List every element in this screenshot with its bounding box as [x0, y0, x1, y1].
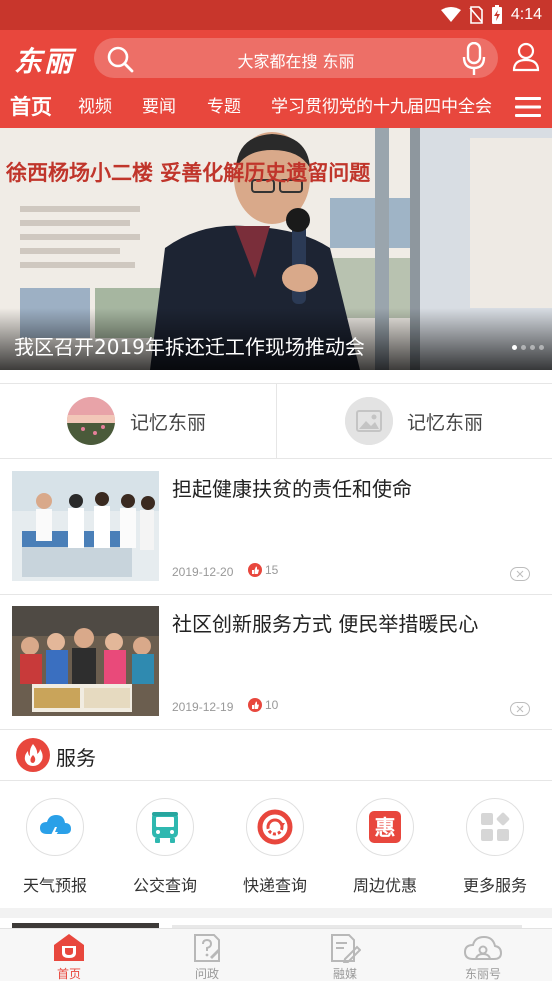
headline-banner[interactable]: 徐西杨场小二楼 妥善化解历史遗留问题 我区召开2019年拆还迁工作现场推动会	[0, 128, 552, 370]
tab-home[interactable]: 首页	[10, 86, 52, 128]
flame-icon	[16, 738, 50, 772]
carousel-dots	[512, 345, 544, 350]
service-bus[interactable]: 公交查询	[110, 798, 220, 896]
svg-text:惠: 惠	[375, 816, 396, 840]
service-discount[interactable]: 惠 周边优惠	[330, 798, 440, 896]
nav-inquiry[interactable]: 问政	[138, 929, 276, 981]
tab-study[interactable]: 学习贯彻党的十九届四中全会	[271, 86, 492, 128]
service-express[interactable]: 快递查询	[220, 798, 330, 896]
tab-news[interactable]: 要闻	[142, 86, 176, 128]
carousel-dot[interactable]	[530, 345, 535, 350]
app-header: 东丽 大家都在搜 东丽	[0, 30, 552, 86]
service-label: 公交查询	[132, 876, 197, 895]
tab-video[interactable]: 视频	[78, 86, 112, 128]
express-icon	[257, 809, 293, 845]
entry-label: 记忆东丽	[407, 412, 484, 434]
news-date: 2019-12-19	[172, 700, 234, 714]
home-icon	[54, 934, 84, 961]
news-thumbnail	[12, 471, 159, 581]
carousel-dot[interactable]	[512, 345, 517, 350]
wifi-icon	[440, 7, 461, 22]
media-icon	[331, 934, 361, 963]
svg-text:徐西杨场小二楼 妥善化解历史遗留问题: 徐西杨场小二楼 妥善化解历史遗留问题	[5, 161, 371, 185]
bus-icon	[152, 812, 178, 843]
service-label: 天气预报	[22, 876, 87, 895]
thumbs-up-icon	[248, 698, 262, 712]
cloud-account-icon	[463, 935, 503, 960]
battery-charging-icon	[491, 5, 502, 24]
next-news-item-partial[interactable]	[0, 918, 552, 928]
section-divider	[0, 908, 552, 918]
service-label: 更多服务	[462, 876, 527, 895]
dismiss-icon[interactable]	[510, 702, 530, 716]
search-bar[interactable]: 大家都在搜 东丽	[94, 38, 498, 78]
service-more[interactable]: 更多服务	[440, 798, 550, 896]
nav-label: 问政	[194, 967, 219, 981]
carousel-dot[interactable]	[539, 345, 544, 350]
microphone-icon[interactable]	[462, 42, 486, 76]
services-title: 服务	[56, 746, 96, 770]
discount-icon: 惠	[369, 811, 401, 843]
news-date: 2019-12-20	[172, 565, 234, 579]
news-title: 社区创新服务方式 便民举措暖民心	[172, 612, 479, 636]
bottom-navigation: 首页 问政 融媒 东丽号	[0, 928, 552, 981]
news-title: 担起健康扶贫的责任和使命	[172, 477, 412, 501]
nav-dongli-account[interactable]: 东丽号	[414, 929, 552, 981]
question-doc-icon	[194, 934, 220, 962]
entry-label: 记忆东丽	[130, 412, 207, 434]
services-grid: 天气预报 公交查询 快递查询 惠 周边优惠 更多服务	[0, 782, 552, 908]
banner-caption: 我区召开2019年拆还迁工作现场推动会	[14, 335, 365, 359]
menu-icon[interactable]	[514, 95, 542, 119]
nav-label: 融媒	[332, 967, 357, 981]
thumbs-up-icon	[248, 563, 262, 577]
weather-icon	[40, 815, 71, 841]
news-item[interactable]: 担起健康扶贫的责任和使命 2019-12-20 15	[0, 459, 552, 595]
service-label: 周边优惠	[352, 876, 417, 895]
nav-label: 东丽号	[464, 967, 501, 981]
app-logo: 东丽	[14, 45, 75, 78]
entry-thumbnail	[67, 397, 115, 445]
nav-label: 首页	[56, 967, 81, 981]
image-placeholder-icon	[345, 397, 393, 445]
carousel-dot[interactable]	[521, 345, 526, 350]
channel-tabs: 首页 视频 要闻 专题 学习贯彻党的十九届四中全会	[0, 86, 552, 128]
dismiss-icon[interactable]	[510, 567, 530, 581]
entry-memory-dongli[interactable]: 记忆东丽	[0, 384, 275, 458]
nav-home[interactable]: 首页	[0, 929, 138, 981]
entry-memory-dongli[interactable]: 记忆东丽	[276, 384, 551, 458]
status-bar: 4:14	[0, 0, 552, 30]
more-services-icon	[481, 812, 510, 841]
status-time: 4:14	[510, 6, 542, 23]
memory-entries: 记忆东丽 记忆东丽	[0, 383, 552, 459]
nav-media[interactable]: 融媒	[276, 929, 414, 981]
news-likes: 15	[248, 563, 278, 577]
likes-count: 15	[265, 563, 279, 577]
tab-topics[interactable]: 专题	[207, 86, 241, 128]
no-sim-icon	[469, 6, 483, 24]
news-thumbnail	[12, 606, 159, 716]
likes-count: 10	[265, 698, 279, 712]
news-likes: 10	[248, 698, 278, 712]
services-header: 服务	[0, 729, 552, 781]
user-icon[interactable]	[512, 42, 540, 72]
search-placeholder: 大家都在搜 东丽	[237, 52, 355, 71]
news-item[interactable]: 社区创新服务方式 便民举措暖民心 2019-12-19 10	[0, 594, 552, 730]
service-weather[interactable]: 天气预报	[0, 798, 110, 896]
service-label: 快递查询	[242, 876, 307, 895]
